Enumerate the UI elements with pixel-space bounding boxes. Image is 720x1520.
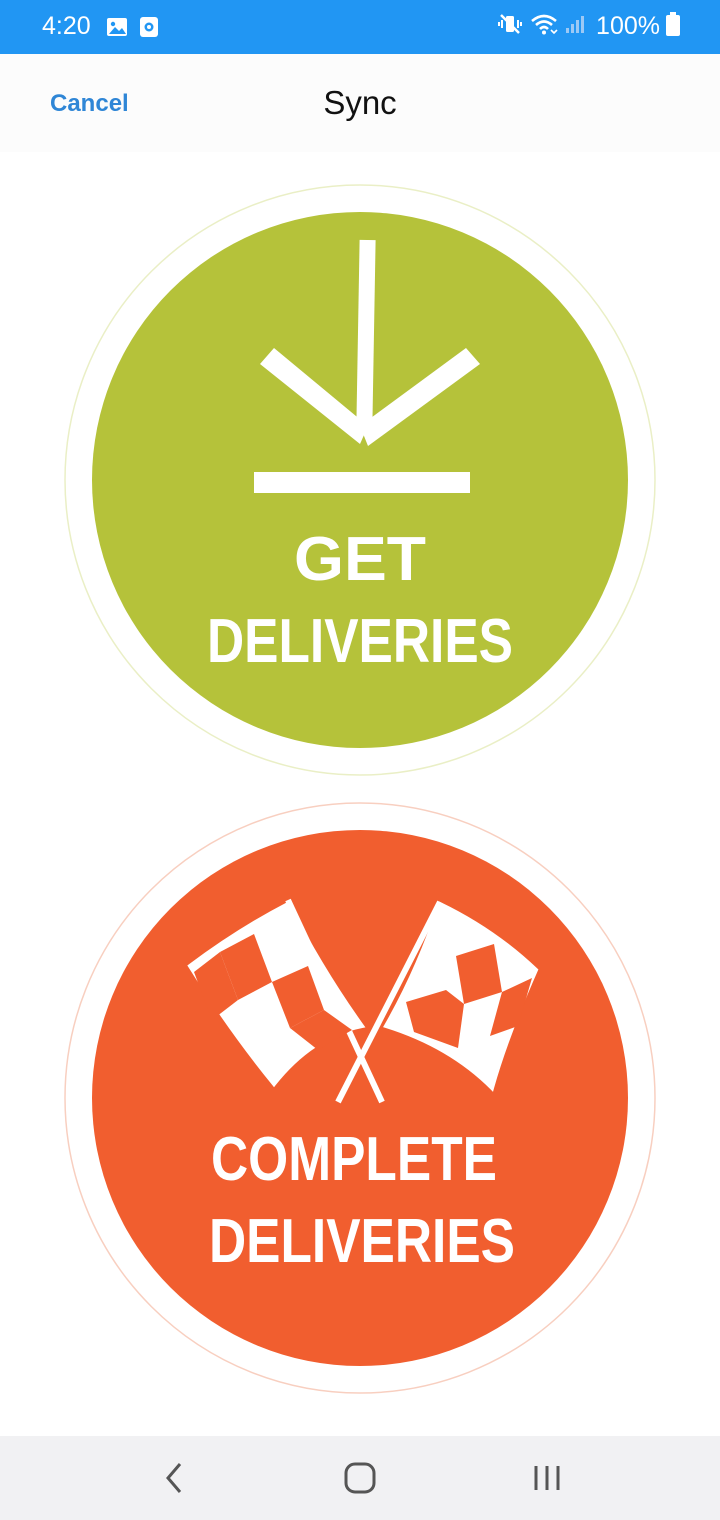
vibrate-mute-icon (498, 12, 523, 41)
page-title: Sync (323, 84, 397, 121)
signal-icon (564, 13, 586, 40)
back-icon[interactable] (160, 1460, 188, 1501)
nav-header: Cancel Sync (0, 54, 720, 152)
system-navigation-bar (0, 1436, 720, 1520)
status-time: 4:20 (42, 12, 91, 40)
home-icon[interactable] (342, 1460, 378, 1501)
get-deliveries-line1: GET (294, 525, 426, 594)
complete-deliveries-line2: DELIVERIES (209, 1207, 515, 1276)
screen-record-icon (139, 16, 159, 43)
wifi-icon (530, 12, 558, 41)
battery-icon (666, 12, 680, 41)
complete-deliveries-circle (92, 830, 628, 1366)
complete-deliveries-button[interactable]: COMPLETE DELIVERIES (62, 800, 658, 1396)
recents-icon[interactable] (530, 1460, 564, 1501)
battery-percent: 100% (596, 12, 660, 40)
gallery-icon (106, 16, 128, 43)
get-deliveries-button[interactable]: GET DELIVERIES (62, 182, 658, 778)
complete-deliveries-line1: COMPLETE (211, 1125, 497, 1194)
status-bar: 4:20 100% (0, 0, 720, 54)
status-icons: 100% (498, 12, 680, 41)
get-deliveries-line2: DELIVERIES (207, 607, 513, 676)
